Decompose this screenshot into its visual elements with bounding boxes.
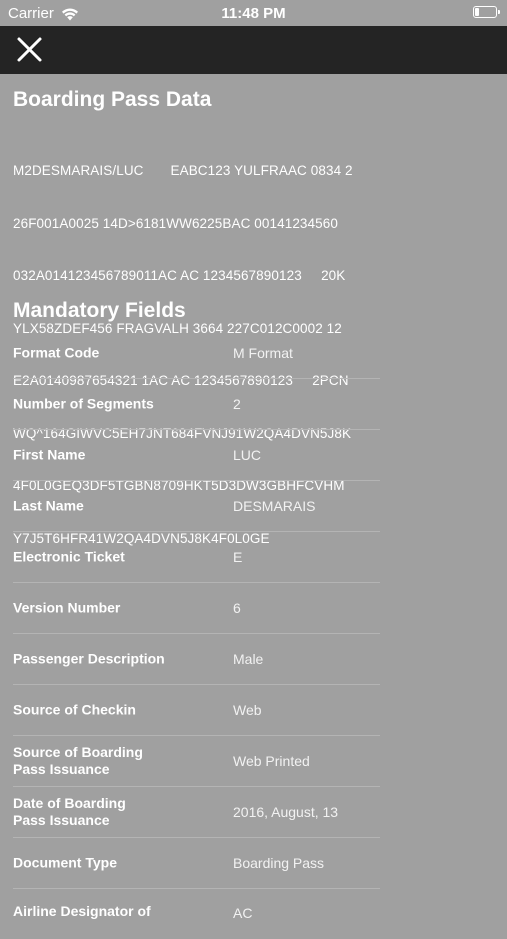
nav-bar <box>0 26 507 74</box>
field-value: 2016, August, 13 <box>233 804 339 820</box>
field-value: AC <box>233 905 253 921</box>
status-time: 11:48 PM <box>221 5 286 22</box>
field-value: E <box>233 549 243 565</box>
field-value: Male <box>233 651 264 667</box>
field-value: Boarding Pass <box>233 855 325 871</box>
field-value: LUC <box>233 447 262 463</box>
field-label: Number of Segments <box>13 395 154 412</box>
field-row-first-name: First Name LUC <box>13 430 380 481</box>
field-label: Last Name <box>13 497 84 514</box>
mandatory-fields-title: Mandatory Fields <box>13 299 186 322</box>
field-row-document-type: Document Type Boarding Pass <box>13 838 380 889</box>
status-bar: Carrier 11:48 PM <box>0 0 507 26</box>
field-label: Date of Boarding Pass Issuance <box>13 795 126 828</box>
field-label: Version Number <box>13 599 121 616</box>
field-value: Web Printed <box>233 753 310 769</box>
field-label: Document Type <box>13 854 117 871</box>
mandatory-fields-list: Format Code M Format Number of Segments … <box>13 328 380 939</box>
field-label: Passenger Description <box>13 650 165 667</box>
raw-data-line: M2DESMARAIS/LUC EABC123 YULFRAAC 0834 2 <box>13 163 353 178</box>
field-value: Web <box>233 702 262 718</box>
field-label: Electronic Ticket <box>13 548 125 565</box>
field-row-source-of-boarding-pass-issuance: Source of Boarding Pass Issuance Web Pri… <box>13 736 380 787</box>
boarding-pass-title: Boarding Pass Data <box>13 88 212 111</box>
battery-icon <box>473 6 500 18</box>
raw-data-line: 032A014123456789011AC AC 1234567890123 2… <box>13 268 346 283</box>
field-value: 6 <box>233 600 241 616</box>
field-row-version-number: Version Number 6 <box>13 583 380 634</box>
field-row-source-of-checkin: Source of Checkin Web <box>13 685 380 736</box>
close-button[interactable] <box>12 34 46 66</box>
close-icon <box>17 37 42 62</box>
field-value: 2 <box>233 396 241 412</box>
field-value: DESMARAIS <box>233 498 316 514</box>
field-label: Source of Checkin <box>13 701 136 718</box>
field-label: First Name <box>13 446 86 463</box>
field-label: Source of Boarding Pass Issuance <box>13 744 143 777</box>
field-row-format-code: Format Code M Format <box>13 328 380 379</box>
field-row-airline-designator: Airline Designator of AC <box>13 889 380 939</box>
field-label: Format Code <box>13 344 100 361</box>
field-label: Airline Designator of <box>13 903 151 919</box>
field-row-last-name: Last Name DESMARAIS <box>13 481 380 532</box>
raw-data-line: 26F001A0025 14D>6181WW6225BAC 0014123456… <box>13 215 338 231</box>
field-row-passenger-description: Passenger Description Male <box>13 634 380 685</box>
field-value: M Format <box>233 345 293 361</box>
field-row-number-of-segments: Number of Segments 2 <box>13 379 380 430</box>
field-row-date-of-boarding-pass-issuance: Date of Boarding Pass Issuance 2016, Aug… <box>13 787 380 838</box>
field-row-electronic-ticket: Electronic Ticket E <box>13 532 380 583</box>
